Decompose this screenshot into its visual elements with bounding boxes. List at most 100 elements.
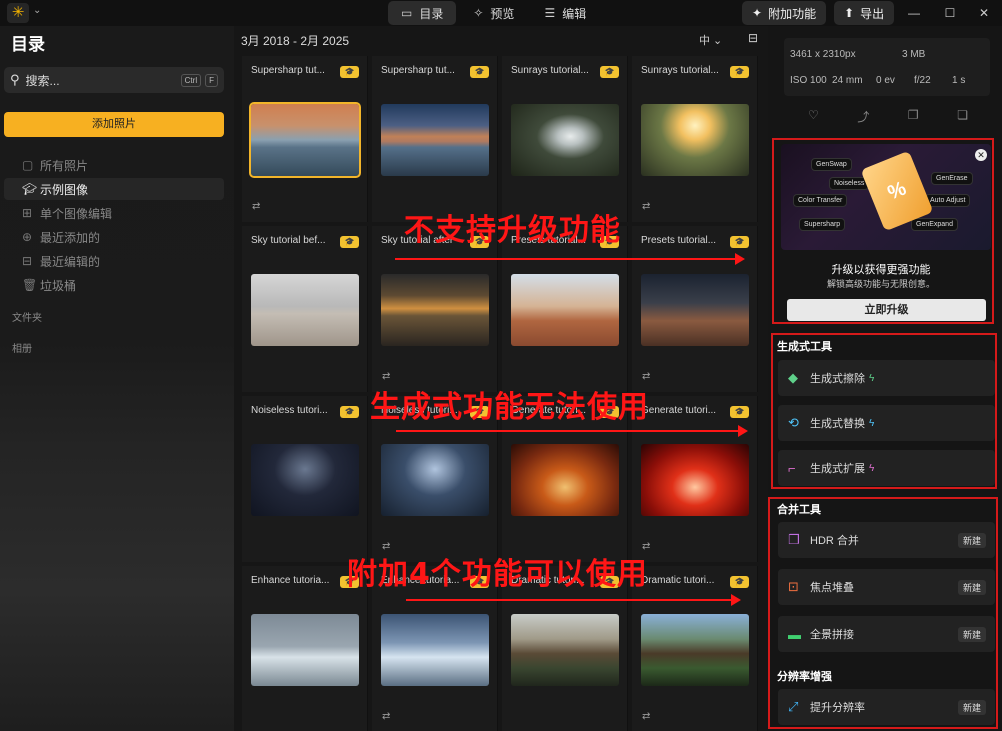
ai-spark-icon: ϟ (869, 417, 875, 429)
panorama-stitch-button[interactable]: ▬ 全景拼接 新建 (778, 616, 995, 652)
image-aperture: f/22 (914, 75, 931, 86)
adjusted-icon: ⇄ (252, 201, 261, 212)
sidebar-item-recent-added[interactable]: ⊕ 最近添加的 (4, 226, 224, 248)
adjusted-icon: ⇄ (382, 371, 391, 382)
zoom-select[interactable]: 中 ⌄ (699, 32, 722, 48)
add-photo-button[interactable]: 添加照片 (4, 112, 224, 137)
photo-title: Noiseless tutori... (251, 405, 328, 416)
photo-thumbnail[interactable] (511, 444, 619, 516)
photo-thumbnail[interactable] (249, 102, 361, 178)
rotate-icon[interactable]: ⤴ (857, 108, 869, 125)
image-shutter: 1 s (952, 75, 966, 86)
photo-tile[interactable]: Sunrays tutorial... 🎓 (502, 56, 628, 222)
adjusted-icon: ⇄ (642, 711, 651, 722)
generative-expand-button[interactable]: ⌐ 生成式扩展 ϟ (778, 450, 995, 486)
sparkle-wand-icon: ✧ (473, 6, 484, 20)
main-content: 3月 2018 - 2月 2025 中 ⌄ ⊟ Supersharp tut..… (234, 26, 768, 731)
chip-supersharp: Supersharp (799, 218, 846, 231)
ai-spark-icon: ϟ (869, 372, 875, 384)
photo-thumbnail[interactable] (511, 274, 619, 346)
tutorial-badge-icon: 🎓 (730, 576, 749, 588)
photo-thumbnail[interactable] (381, 444, 489, 516)
sidebar-item-label: 最近编辑的 (40, 254, 101, 269)
graduation-cap-icon: 🎓︎ (22, 182, 38, 196)
photo-tile[interactable]: Generate tutori... 🎓 ⇄ (632, 396, 758, 562)
merge-tools-title: 合并工具 (777, 504, 821, 516)
export-button[interactable]: ⬆ 导出 (834, 1, 895, 25)
minimize-button[interactable]: — (902, 3, 926, 23)
photo-thumbnail[interactable] (381, 614, 489, 686)
date-range: 3月 2018 - 2月 2025 (241, 34, 350, 48)
copy-icon[interactable]: ❐ (908, 108, 919, 125)
sidebar-item-trash[interactable]: 🗑︎ 垃圾桶 (4, 274, 224, 296)
photo-thumbnail[interactable] (641, 614, 749, 686)
albums-section-label[interactable]: 相册 (12, 340, 32, 355)
generative-replace-button[interactable]: ⟲ 生成式替换 ϟ (778, 405, 995, 441)
sidebar-item-sample-images[interactable]: 🎓︎ 示例图像 (4, 178, 224, 200)
annotation-row2: 生成式功能无法使用 (370, 390, 649, 425)
tab-preview[interactable]: ✧ 预览 (460, 1, 527, 25)
photo-thumbnail[interactable] (641, 104, 749, 176)
addons-label: 附加功能 (768, 6, 817, 21)
search-input[interactable]: ⚲ 搜索... Ctrl F (4, 67, 224, 93)
photo-thumbnail[interactable] (381, 104, 489, 176)
photo-tile[interactable]: Sunrays tutorial... 🎓 ⇄ (632, 56, 758, 222)
tab-catalog[interactable]: ▭ 目录 (388, 1, 457, 25)
image-filesize: 3 MB (902, 49, 926, 60)
sidebar: 目录 ⚲ 搜索... Ctrl F 添加照片 ▢ 所有照片 🎓︎ 示例图像 ⊞ … (0, 26, 234, 731)
expand-icon: ⌐ (788, 460, 796, 476)
sidebar-item-single-edit[interactable]: ⊞ 单个图像编辑 (4, 202, 224, 224)
photo-thumbnail[interactable] (251, 614, 359, 686)
export-label: 导出 (860, 6, 885, 21)
photo-tile[interactable]: Sky tutorial after 🎓 ⇄ (372, 226, 498, 392)
photo-title: Sunrays tutorial... (511, 65, 589, 76)
photo-thumbnail[interactable] (251, 444, 359, 516)
close-button[interactable]: ✕ (972, 3, 996, 23)
tab-edit[interactable]: ☰ 编辑 (531, 1, 599, 25)
app-logo-icon[interactable]: ✳ (7, 3, 29, 23)
photo-tile[interactable]: Noiseless tutori... 🎓 (242, 396, 368, 562)
addons-button[interactable]: ✦ 附加功能 (742, 1, 827, 25)
photo-thumbnail[interactable] (511, 104, 619, 176)
photo-thumbnail[interactable] (511, 614, 619, 686)
photo-thumbnail[interactable] (251, 274, 359, 346)
hdr-merge-button[interactable]: ❒ HDR 合并 新建 (778, 522, 995, 558)
panel-toggle-icon[interactable]: ⊟ (748, 31, 758, 45)
image-focal-length: 24 mm (832, 75, 863, 86)
generative-tools-title: 生成式工具 (777, 341, 832, 353)
photo-thumbnail[interactable] (641, 274, 749, 346)
photo-thumbnail[interactable] (641, 444, 749, 516)
focus-stack-button[interactable]: ⊡ 焦点堆叠 新建 (778, 569, 995, 605)
tutorial-badge-icon: 🎓 (600, 66, 619, 78)
adjusted-icon: ⇄ (642, 371, 651, 382)
image-exposure-value: 0 ev (876, 75, 895, 86)
tutorial-badge-icon: 🎓 (340, 66, 359, 78)
annotation-row1: 不支持升级功能 (404, 213, 621, 248)
generative-erase-button[interactable]: ◆ 生成式擦除 ϟ (778, 360, 995, 396)
maximize-button[interactable]: ☐ (938, 3, 962, 23)
search-placeholder: 搜索... (25, 73, 60, 88)
photo-tile[interactable]: Dramatic tutori... 🎓 ⇄ (632, 566, 758, 731)
chip-genswap: GenSwap (811, 158, 852, 171)
sidebar-item-recent-edited[interactable]: ⊟ 最近编辑的 (4, 250, 224, 272)
close-icon[interactable]: ✕ (975, 149, 987, 161)
new-badge: 新建 (957, 627, 986, 642)
photo-tile[interactable]: Presets tutorial... 🎓 ⇄ (632, 226, 758, 392)
photo-tile[interactable]: Sky tutorial bef... 🎓 (242, 226, 368, 392)
stack-icon[interactable]: ❏ (957, 108, 968, 125)
photo-tile[interactable]: Presets tutorial... 🎓 (502, 226, 628, 392)
photo-thumbnail[interactable] (381, 274, 489, 346)
folders-section-label[interactable]: 文件夹 (12, 309, 42, 324)
heart-icon[interactable]: ♡ (808, 108, 819, 125)
photo-tile[interactable]: Supersharp tut... 🎓 (372, 56, 498, 222)
eraser-icon: ◆ (788, 370, 798, 385)
upscale-button[interactable]: ⤢ 提升分辨率 新建 (778, 689, 995, 725)
photo-tile[interactable]: Supersharp tut... 🎓 ⇄ (242, 56, 368, 222)
adjusted-icon: ⇄ (642, 201, 651, 212)
upgrade-now-button[interactable]: 立即升级 (787, 299, 986, 321)
new-badge: 新建 (957, 533, 986, 548)
new-badge: 新建 (957, 580, 986, 595)
sidebar-item-all-photos[interactable]: ▢ 所有照片 (4, 154, 224, 176)
chevron-down-icon[interactable]: ⌄ (33, 5, 41, 16)
mode-tabs: ▭ 目录 ✧ 预览 ☰ 编辑 (388, 1, 599, 25)
